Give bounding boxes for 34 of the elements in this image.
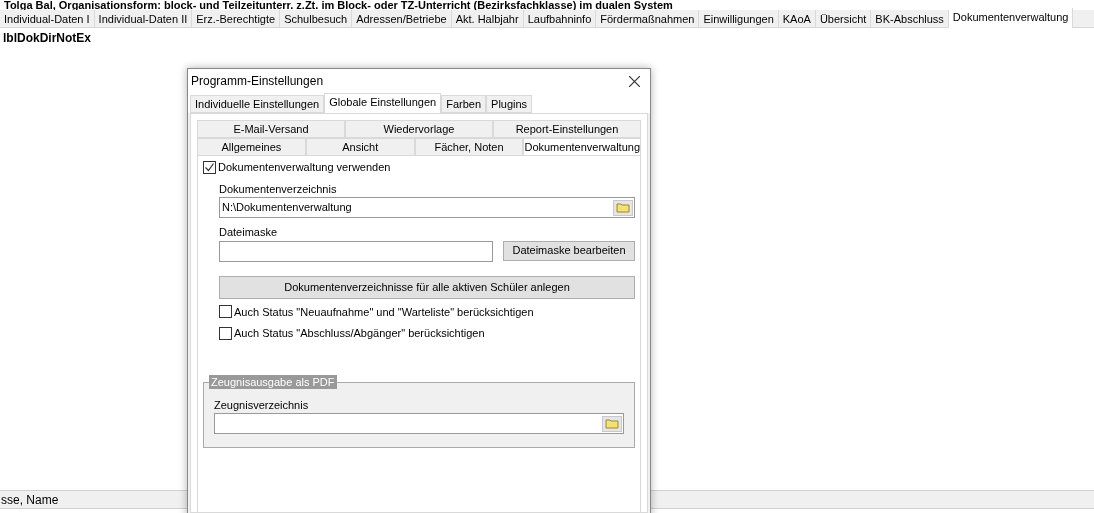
subtab[interactable]: Allgemeines [197, 138, 306, 156]
file-mask-field[interactable] [219, 240, 493, 262]
subtab[interactable]: Wiedervorlage [345, 120, 493, 138]
tab[interactable]: Dokumentenverwaltung [948, 8, 1074, 28]
field-label: Zeugnisverzeichnis [214, 397, 310, 413]
field-label: Dateimaske [219, 225, 279, 240]
checkbox-label: Auch Status "Neuaufnahme" und "Warteliste" berücksichtigen [234, 304, 534, 320]
tab[interactable]: Farben [441, 95, 487, 113]
edit-mask-button[interactable]: Dateimaske bearbeiten [503, 240, 635, 261]
dialog-title: Programm-Einstellungen [191, 73, 324, 90]
subtab[interactable]: Report-Einstellungen [493, 120, 641, 138]
student-info-text: Tolga Bal, Organisationsform: block- und Teilzeitunterr. z.Zt. im Block- oder TZ-Unterricht (Bezirksfachklasse) im dualen System [3, 0, 674, 10]
checkbox-label: Dokumentenverwaltung verwenden [218, 160, 391, 175]
folder-icon [605, 418, 619, 429]
create-directories-button[interactable]: Dokumentenverzeichnisse für alle aktiven Schüler anlegen [219, 275, 635, 299]
close-icon[interactable] [629, 75, 640, 87]
checkbox[interactable] [219, 326, 232, 340]
directory-field[interactable]: N:\Dokumentenverwaltung [219, 197, 635, 218]
tab[interactable]: Individuelle Einstellungen [190, 95, 325, 113]
field-label: Dokumentenverzeichnis [219, 181, 338, 197]
subtab[interactable]: Dokumentenverwaltung [523, 138, 641, 156]
subtab[interactable]: Ansicht [305, 138, 415, 156]
field-value: N:\Dokumentenverwaltung [222, 200, 352, 216]
subtab[interactable]: Fächer, Noten [414, 138, 524, 156]
tab[interactable]: Globale Einstellungen [324, 93, 442, 113]
subtab[interactable]: E-Mail-Versand [197, 120, 345, 138]
group-title: Zeugnisausgabe als PDF [209, 374, 337, 389]
checkbox[interactable] [203, 160, 216, 174]
page-label: lblDokDirNotEx [2, 30, 92, 47]
certificate-directory-field[interactable] [214, 413, 624, 434]
checkbox-label: Auch Status "Abschluss/Abgänger" berücksichtigen [234, 326, 485, 341]
checkbox[interactable] [219, 305, 232, 319]
folder-icon [616, 202, 630, 213]
tab[interactable]: Plugins [486, 95, 533, 113]
